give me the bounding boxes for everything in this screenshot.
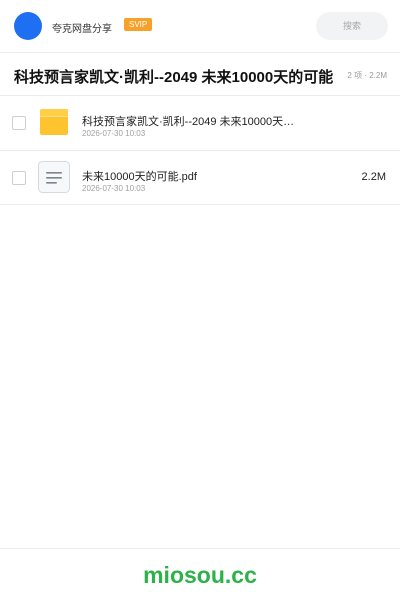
folder-meta: 2 项 · 2.2M	[347, 71, 387, 80]
file-size: 2.2M	[361, 171, 386, 183]
svip-badge: SVIP	[124, 18, 153, 31]
watermark: miosou.cc	[143, 562, 257, 588]
file-row[interactable]: 未来10000天的可能.pdf 2026-07-30 10:03 2.2M	[0, 151, 400, 205]
divider	[0, 204, 400, 205]
select-checkbox[interactable]	[12, 171, 26, 185]
folder-title: 科技预言家凯文·凯利--2049 未来10000天的可能	[14, 69, 334, 86]
file-row[interactable]: 科技预言家凯文·凯利--2049 未来10000天… 2026-07-30 10…	[0, 96, 400, 150]
file-name: 科技预言家凯文·凯利--2049 未来10000天…	[82, 116, 295, 128]
share-owner-name: 夸克网盘分享	[52, 24, 112, 35]
header-bar: 夸克网盘分享 SVIP 搜索	[0, 0, 400, 52]
avatar[interactable]	[14, 12, 42, 40]
select-checkbox[interactable]	[12, 116, 26, 130]
file-date: 2026-07-30 10:03	[82, 184, 146, 193]
search-button[interactable]: 搜索	[316, 12, 388, 40]
file-name: 未来10000天的可能.pdf	[82, 171, 197, 183]
file-date: 2026-07-30 10:03	[82, 129, 146, 138]
document-icon	[38, 161, 70, 193]
folder-icon	[40, 109, 68, 135]
folder-title-bar: 科技预言家凯文·凯利--2049 未来10000天的可能 2 项 · 2.2M	[0, 53, 400, 95]
